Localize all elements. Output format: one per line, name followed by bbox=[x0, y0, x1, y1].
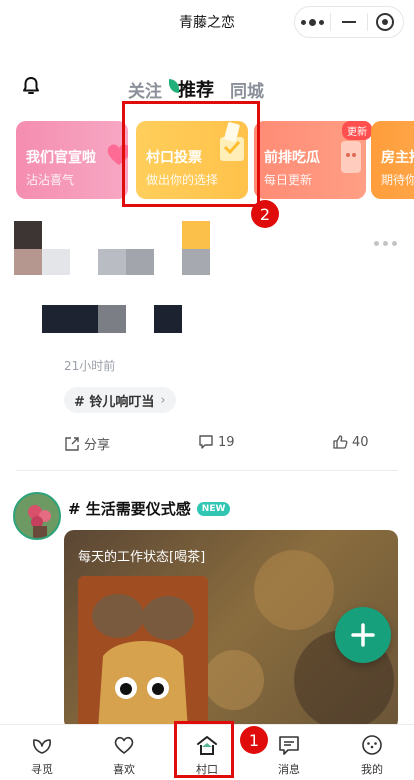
nav-label: 寻觅 bbox=[31, 763, 53, 776]
pixelated-badge bbox=[182, 221, 210, 249]
target-icon bbox=[376, 13, 395, 31]
cup-decoration-icon bbox=[341, 141, 361, 173]
highlight-box-vote-card bbox=[122, 101, 260, 207]
share-label: 分享 bbox=[84, 438, 111, 453]
top-bar: 青藤之恋 bbox=[0, 0, 414, 44]
nav-item-likes[interactable]: 喜欢 bbox=[94, 733, 154, 777]
smile-icon bbox=[362, 735, 382, 755]
create-post-button[interactable] bbox=[335, 607, 391, 663]
tab-recommended[interactable]: 推荐 bbox=[169, 76, 214, 102]
card-house-owner[interactable]: 房主推 期待你 bbox=[371, 121, 414, 199]
nav-item-messages[interactable]: 消息 bbox=[259, 733, 319, 777]
pixelated-avatar bbox=[14, 249, 42, 275]
comment-count: 19 bbox=[218, 434, 235, 450]
more-options-button[interactable] bbox=[295, 7, 330, 37]
plus-icon bbox=[351, 623, 375, 647]
leaf-icon bbox=[33, 739, 51, 754]
nav-label: 喜欢 bbox=[113, 763, 135, 776]
update-badge: 更新 bbox=[342, 121, 372, 140]
nav-item-discover[interactable]: 寻觅 bbox=[12, 733, 72, 777]
close-button[interactable] bbox=[368, 7, 403, 37]
heart-icon bbox=[114, 736, 134, 754]
tab-nearby[interactable]: 同城 bbox=[230, 77, 264, 102]
step-marker-2: 2 bbox=[251, 200, 279, 228]
comment-icon bbox=[199, 435, 213, 449]
doll-image-icon bbox=[78, 576, 208, 730]
comment-button[interactable]: 19 bbox=[198, 434, 235, 450]
topic-label: # 生活需要仪式感 bbox=[68, 500, 191, 518]
new-badge: NEW bbox=[196, 501, 231, 516]
nav-item-profile[interactable]: 我的 bbox=[342, 733, 402, 777]
pixelated-username bbox=[98, 249, 126, 275]
post-topic-tag[interactable]: # 铃儿响叮当 › bbox=[64, 387, 176, 413]
card-subtitle: 期待你 bbox=[381, 173, 414, 187]
share-button[interactable]: 分享 bbox=[64, 434, 110, 453]
pixelated-content bbox=[42, 305, 98, 333]
thumbs-up-icon bbox=[333, 435, 348, 449]
pixelated-content bbox=[154, 305, 182, 333]
message-icon bbox=[279, 736, 299, 755]
minimize-button[interactable] bbox=[331, 7, 366, 37]
pixelated-content bbox=[98, 305, 126, 333]
bell-icon bbox=[23, 77, 39, 94]
photo-caption: 每天的工作状态[喝茶] bbox=[78, 550, 206, 565]
pixelated-badge bbox=[182, 249, 210, 275]
step-marker-1: 1 bbox=[240, 726, 268, 754]
flower-image-icon bbox=[15, 494, 59, 538]
highlight-box-village-tab bbox=[174, 721, 234, 778]
pixelated-avatar bbox=[14, 221, 42, 249]
post-divider bbox=[16, 470, 398, 471]
share-icon bbox=[65, 436, 79, 451]
feed-tabs: 关注 推荐 同城 bbox=[128, 76, 264, 102]
topic-title[interactable]: # 生活需要仪式感 NEW bbox=[68, 498, 231, 519]
minimize-icon bbox=[341, 21, 356, 23]
like-count: 40 bbox=[352, 434, 369, 450]
card-official-announcement[interactable]: 我们官宣啦 沾沾喜气 bbox=[16, 121, 128, 199]
nav-label: 消息 bbox=[278, 763, 300, 776]
pixelated-avatar bbox=[42, 249, 70, 275]
like-button[interactable]: 40 bbox=[332, 434, 369, 450]
tab-following[interactable]: 关注 bbox=[128, 77, 162, 102]
chevron-right-icon: › bbox=[160, 392, 166, 408]
tag-label: # 铃儿响叮当 bbox=[74, 394, 155, 410]
card-title: 房主推 bbox=[381, 150, 414, 166]
pixelated-username bbox=[126, 249, 154, 275]
post-timestamp: 21小时前 bbox=[64, 359, 116, 373]
doll-photo[interactable] bbox=[78, 576, 208, 730]
post-more-button[interactable] bbox=[374, 241, 397, 246]
nav-label: 我的 bbox=[361, 763, 383, 776]
avatar[interactable] bbox=[13, 492, 61, 540]
notification-bell-button[interactable] bbox=[21, 76, 41, 100]
card-subtitle: 沾沾喜气 bbox=[26, 173, 75, 187]
more-dots-icon bbox=[301, 18, 325, 26]
mini-program-capsule bbox=[294, 6, 404, 38]
